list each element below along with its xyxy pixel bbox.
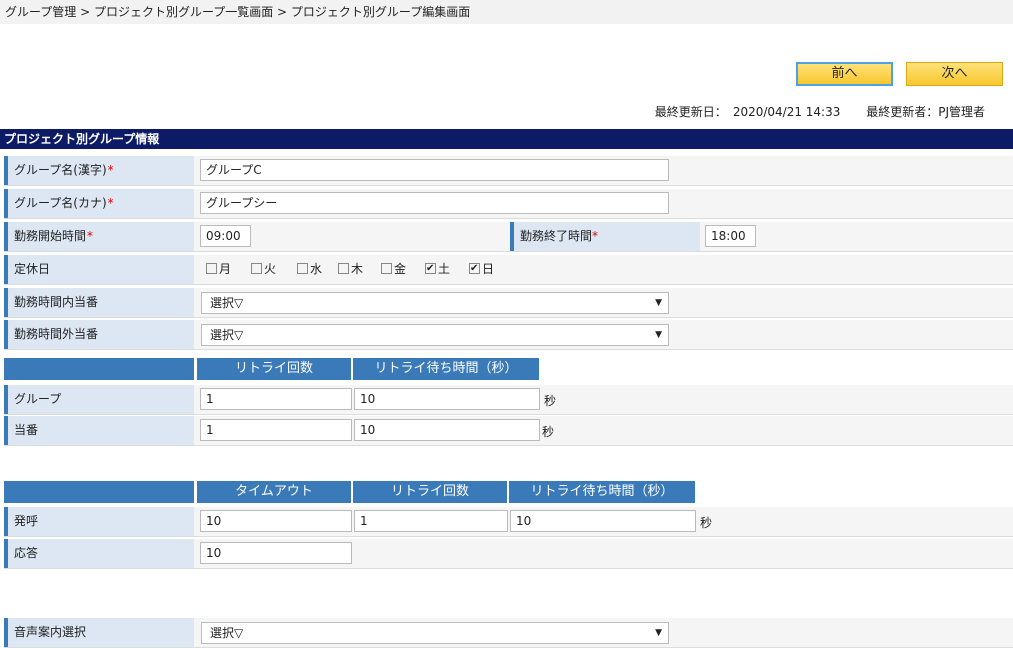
group-retry-wait-input[interactable]: 10 (354, 388, 540, 410)
duty-out-hours-row: 勤務時間外当番 選択▽ ▼ (4, 320, 1013, 350)
duty-in-hours-select[interactable]: 選択▽ ▼ (201, 292, 669, 314)
updater-value: PJ管理者 (938, 105, 985, 119)
checkbox-box[interactable] (338, 263, 349, 274)
header-timeout: タイムアウト (197, 481, 351, 503)
checkbox-box[interactable] (469, 261, 480, 277)
group-name-kana-input[interactable]: グループシー (200, 192, 669, 214)
updated-value: 2020/04/21 14:33 (732, 105, 841, 119)
updated-label: 最終更新日： (654, 105, 727, 119)
dropdown-arrow-icon: ▼ (655, 628, 662, 638)
header-retry-count: リトライ回数 (353, 481, 507, 503)
holiday-day-label: 金 (394, 262, 407, 276)
duty-retry-wait-input[interactable]: 10 (354, 419, 540, 441)
holiday-checkbox[interactable]: 水 (297, 261, 322, 277)
checkbox-box[interactable] (381, 263, 392, 274)
holiday-label: 定休日 (4, 255, 194, 284)
group-name-kanji-input[interactable]: グループC (200, 159, 669, 181)
update-info: 最終更新日： 2020/04/21 14:33 最終更新者：PJ管理者 (649, 103, 985, 120)
holiday-day-label: 火 (264, 262, 277, 276)
updater-label: 最終更新者： (866, 105, 939, 119)
voice-guide-label: 音声案内選択 (4, 618, 194, 647)
checkbox-box[interactable] (425, 261, 436, 277)
retry-group-row: グループ 1 10 秒 (4, 385, 1013, 415)
duty-in-hours-label: 勤務時間内当番 (4, 288, 194, 317)
checkbox-box[interactable] (297, 263, 308, 274)
header-blank-cell (4, 481, 194, 503)
seconds-unit: 秒 (700, 516, 713, 530)
group-name-kana-row: グループ名(カナ)* グループシー (4, 189, 1013, 219)
header-retry-count: リトライ回数 (197, 358, 351, 380)
checkbox-box[interactable] (251, 263, 262, 274)
holiday-day-label: 木 (351, 262, 364, 276)
holiday-checkbox[interactable]: 土 (425, 261, 450, 277)
holiday-row: 定休日 月 火 水 木 金 土 日 (4, 255, 1013, 285)
voice-guide-select[interactable]: 選択▽ ▼ (201, 622, 669, 644)
duty-in-hours-row: 勤務時間内当番 選択▽ ▼ (4, 288, 1013, 318)
voice-guide-row: 音声案内選択 選択▽ ▼ (4, 618, 1013, 648)
group-name-kana-label: グループ名(カナ)* (4, 189, 194, 218)
holiday-day-label: 土 (438, 262, 451, 276)
checkbox-box[interactable] (206, 263, 217, 274)
retry-table-header: リトライ回数 リトライ待ち時間（秒） (4, 358, 1013, 380)
duty-in-hours-value: 選択▽ (210, 296, 244, 310)
dropdown-arrow-icon: ▼ (655, 298, 662, 308)
call-retry-count-input[interactable]: 1 (354, 510, 508, 532)
retry-duty-row: 当番 1 10 秒 (4, 416, 1013, 446)
holiday-day-label: 水 (310, 262, 323, 276)
retry-group-label: グループ (4, 385, 194, 414)
header-retry-wait: リトライ待ち時間（秒） (509, 481, 695, 503)
call-timeout-input[interactable]: 10 (200, 510, 352, 532)
work-time-row: 勤務開始時間* 09:00 勤務終了時間* 18:00 (4, 222, 1013, 252)
dropdown-arrow-icon: ▼ (655, 330, 662, 340)
breadcrumb: グループ管理 > プロジェクト別グループ一覧画面 > プロジェクト別グループ編集… (0, 0, 1013, 24)
work-start-label: 勤務開始時間* (4, 222, 194, 251)
answer-row: 応答 10 (4, 539, 1013, 569)
voice-guide-value: 選択▽ (210, 626, 244, 640)
work-end-label: 勤務終了時間* (510, 222, 700, 251)
prev-button[interactable]: 前へ (796, 62, 893, 86)
header-retry-wait: リトライ待ち時間（秒） (353, 358, 539, 380)
work-start-input[interactable]: 09:00 (200, 225, 251, 247)
duty-out-hours-label: 勤務時間外当番 (4, 320, 194, 349)
holiday-day-label: 日 (482, 262, 495, 276)
retry-duty-label: 当番 (4, 416, 194, 445)
holiday-checkbox[interactable]: 日 (469, 261, 494, 277)
holiday-checkbox[interactable]: 木 (338, 261, 363, 277)
duty-retry-count-input[interactable]: 1 (200, 419, 352, 441)
holiday-checkbox[interactable]: 月 (206, 261, 231, 277)
holiday-checkbox[interactable]: 金 (381, 261, 406, 277)
duty-out-hours-value: 選択▽ (210, 328, 244, 342)
holiday-day-label: 月 (219, 262, 232, 276)
holiday-checkbox[interactable]: 火 (251, 261, 276, 277)
header-blank-cell (4, 358, 194, 380)
answer-label: 応答 (4, 539, 194, 568)
duty-out-hours-select[interactable]: 選択▽ ▼ (201, 324, 669, 346)
group-retry-count-input[interactable]: 1 (200, 388, 352, 410)
seconds-unit: 秒 (542, 425, 555, 439)
answer-timeout-input[interactable]: 10 (200, 542, 352, 564)
seconds-unit: 秒 (544, 394, 557, 408)
group-name-kanji-label: グループ名(漢字)* (4, 156, 194, 185)
section-title: プロジェクト別グループ情報 (0, 129, 1013, 149)
call-retry-wait-input[interactable]: 10 (510, 510, 696, 532)
call-row: 発呼 10 1 10 秒 (4, 507, 1013, 537)
group-name-kanji-row: グループ名(漢字)* グループC (4, 156, 1013, 186)
next-button[interactable]: 次へ (906, 62, 1003, 86)
call-table-header: タイムアウト リトライ回数 リトライ待ち時間（秒） (4, 481, 1013, 503)
call-label: 発呼 (4, 507, 194, 536)
work-end-input[interactable]: 18:00 (705, 225, 756, 247)
